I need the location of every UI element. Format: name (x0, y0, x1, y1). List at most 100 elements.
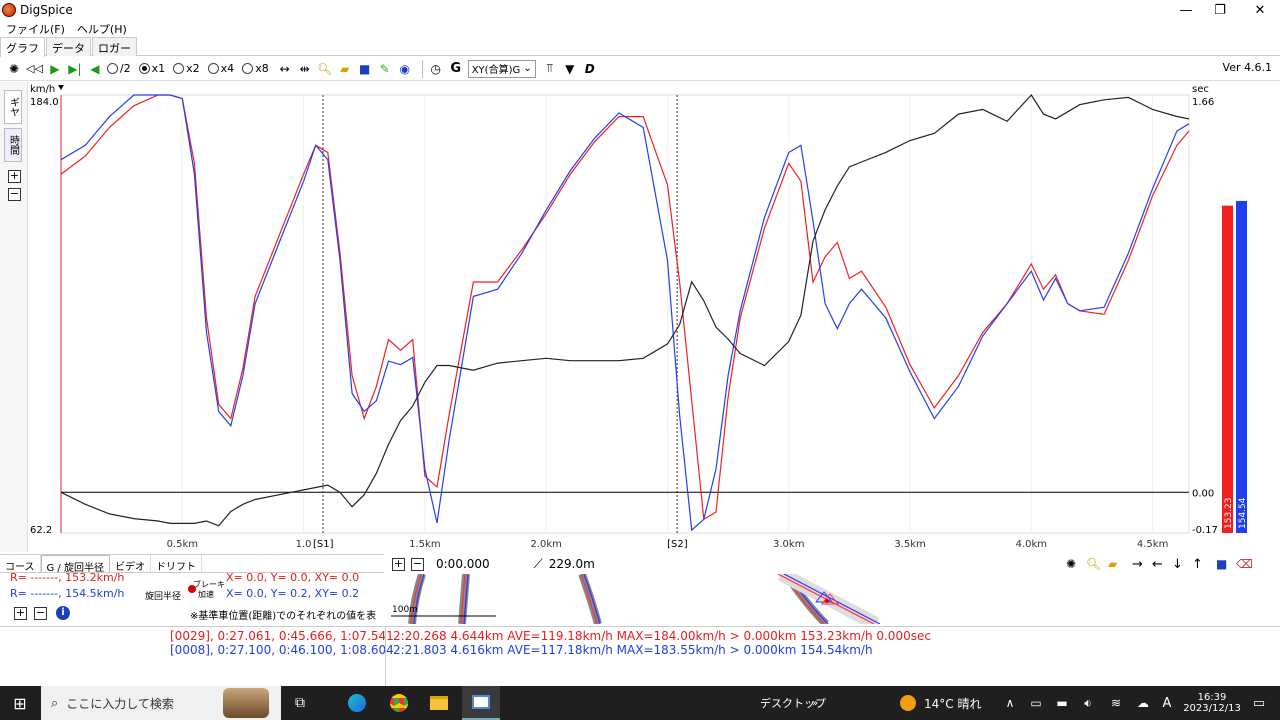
step-forward-icon[interactable]: ▶| (67, 60, 83, 78)
chevron-icon[interactable]: » (812, 686, 818, 720)
arrow-up-icon[interactable]: ↑ (1192, 557, 1203, 572)
toolbar-separator (421, 59, 423, 78)
timer-icon[interactable]: ◷ (428, 60, 444, 78)
x-tick-label: 2.0km (530, 539, 561, 550)
g-row-blue: R= -------, 154.5km/h (10, 587, 125, 600)
zoom-out-button[interactable]: − (411, 557, 424, 571)
open-folder-icon[interactable]: ▰ (1108, 557, 1117, 571)
expand-horizontal-icon[interactable]: ↔ (277, 60, 293, 78)
side-tab-gear[interactable]: ギヤ (4, 90, 22, 124)
globe-icon[interactable]: ◉ (397, 60, 413, 78)
wifi-icon[interactable]: ≋ (1108, 686, 1124, 720)
speed-x1-radio[interactable]: x1 (138, 62, 166, 75)
info-icon[interactable]: i (56, 606, 70, 620)
toolbar: ✺ ◁◁ ▶ ▶| ◀ /2 x1 x2 x4 x8 ↔ ⇹ 🔍︎ ▰ ■ ✎ … (0, 57, 1280, 81)
play-icon[interactable]: ▶ (47, 60, 63, 78)
rewind-icon[interactable]: ◁◁ (26, 60, 43, 78)
speed-bar (1222, 205, 1233, 533)
g-radius-panel: コース G / 旋回半径 ビデオ ドリフト R= -------, 153.2k… (0, 554, 384, 637)
map-distance: 229.0m (548, 557, 595, 571)
step-back-icon[interactable]: ◀ (87, 60, 103, 78)
tab-data[interactable]: データ (46, 37, 91, 56)
window-title: DigSpice (20, 3, 73, 17)
map-toolbar: + − 0:00.000 ⟋ 229.0m ✺ 🔍︎ ▰ → ← ↓ ↑ ■ ⌫ (386, 554, 1280, 574)
digspice-taskbar-icon[interactable] (462, 686, 500, 720)
tool-icon[interactable]: ✎ (377, 60, 393, 78)
speed-bar-label: 153.23 (1224, 498, 1234, 530)
explorer-icon[interactable] (422, 686, 456, 720)
clock[interactable]: 16:39 2023/12/13 (1183, 686, 1241, 720)
windows-start-icon[interactable]: ⊞ (0, 686, 40, 720)
speed-half-radio[interactable]: /2 (106, 62, 131, 75)
menu-bar: ファイル(F) ヘルプ(H) (0, 20, 1280, 36)
track-map[interactable]: 100m (386, 574, 1280, 624)
tab-drift[interactable]: ドリフト (151, 555, 202, 573)
y-left-tick-label: 184.0 (30, 97, 59, 108)
save-icon[interactable]: ■ (357, 60, 373, 78)
divider (385, 627, 386, 687)
arrow-left-icon[interactable]: ← (1152, 557, 1163, 572)
speed-bar (1236, 200, 1247, 533)
taskbar: ⊞ ⌕ ここに入力して検索 ⧉ デスクトップ » 14°C 晴れ ∧ ▭ ▬ 🔉… (0, 686, 1280, 720)
tab-logger[interactable]: ロガー (92, 37, 137, 56)
onedrive-icon[interactable]: ☁ (1134, 686, 1152, 720)
search-icon[interactable]: 🔍︎ (317, 60, 333, 78)
device-icon[interactable]: ▭ (1028, 686, 1044, 720)
legend-accel: 加速 (198, 590, 214, 599)
arrow-right-icon[interactable]: → (1132, 557, 1143, 572)
zoom-in-button[interactable]: + (14, 607, 27, 620)
tab-video[interactable]: ビデオ (110, 555, 151, 573)
speed-label: x8 (255, 62, 269, 75)
menu-help[interactable]: ヘルプ(H) (71, 20, 133, 36)
chart-area[interactable]: 0.5km 1.0 1.5km 2.0km 3.0km 3.5km 4.0km 4.5km [S… (28, 82, 1280, 552)
notification-icon[interactable]: ▭ (1248, 686, 1270, 720)
speed-bar-label: 154.54 (1238, 497, 1248, 529)
g-xy-blue: X= 0.0, Y= 0.2, XY= 0.2 (226, 587, 360, 600)
zoom-in-button[interactable]: + (8, 170, 21, 183)
search-icon: ⌕ (51, 695, 59, 711)
reset-icon[interactable]: ✺ (1066, 557, 1076, 571)
mode-select[interactable]: XY(合算)G ⌄ (467, 59, 536, 78)
y-right-tick-label: 1.66 (1192, 97, 1214, 108)
clock-time: 16:39 (1197, 692, 1227, 703)
zoom-out-button[interactable]: − (34, 607, 47, 620)
close-button[interactable]: ✕ (1240, 0, 1280, 20)
speed-x8-radio[interactable]: x8 (242, 62, 269, 75)
eraser-icon[interactable]: ⌫ (1236, 557, 1253, 571)
reset-icon[interactable]: ✺ (6, 60, 22, 78)
distance-icon: ⟋ (533, 556, 543, 572)
speed-label: x2 (186, 62, 200, 75)
speed-x4-radio[interactable]: x4 (207, 62, 234, 75)
ime-indicator[interactable]: A (1160, 686, 1174, 720)
volume-icon[interactable]: 🔉︎ (1080, 686, 1096, 720)
shrink-horizontal-icon[interactable]: ⇹ (297, 60, 313, 78)
zoom-out-button[interactable]: − (8, 188, 21, 201)
open-folder-icon[interactable]: ▰ (337, 60, 353, 78)
tab-graph[interactable]: グラフ (0, 37, 45, 57)
taskbar-search[interactable]: ⌕ ここに入力して検索 (41, 686, 281, 720)
g-button[interactable]: G (448, 60, 464, 78)
drift-icon[interactable]: D (582, 60, 598, 78)
speed-label: x1 (151, 62, 166, 75)
search-highlight-image (223, 688, 269, 718)
tray-up-icon[interactable]: ∧ (1002, 686, 1018, 720)
weather-text[interactable]: 14°C 晴れ (924, 686, 981, 720)
speed-x2-radio[interactable]: x2 (173, 62, 200, 75)
side-tab-time[interactable]: 時間 (4, 128, 22, 162)
edge-icon[interactable] (340, 686, 374, 720)
y-right-tick-label: -0.17 (1192, 525, 1218, 536)
zoom-in-button[interactable]: + (392, 557, 405, 571)
tab-course[interactable]: コース (0, 555, 41, 573)
maximize-button[interactable]: ❐ (1200, 0, 1240, 20)
marker-down-icon[interactable]: ▼ (562, 60, 578, 78)
save-icon[interactable]: ■ (1216, 557, 1227, 571)
weather-sun-icon (900, 686, 916, 720)
battery-icon[interactable]: ▬ (1054, 686, 1070, 720)
tab-g-radius[interactable]: G / 旋回半径 (40, 555, 110, 574)
arrow-down-icon[interactable]: ↓ (1172, 557, 1183, 572)
chrome-icon[interactable] (382, 686, 416, 720)
search-icon[interactable]: 🔍︎ (1086, 557, 1101, 571)
cursor-icon[interactable]: ⫪ (542, 60, 558, 78)
task-view-icon[interactable]: ⧉ (286, 686, 314, 720)
menu-file[interactable]: ファイル(F) (0, 20, 71, 36)
